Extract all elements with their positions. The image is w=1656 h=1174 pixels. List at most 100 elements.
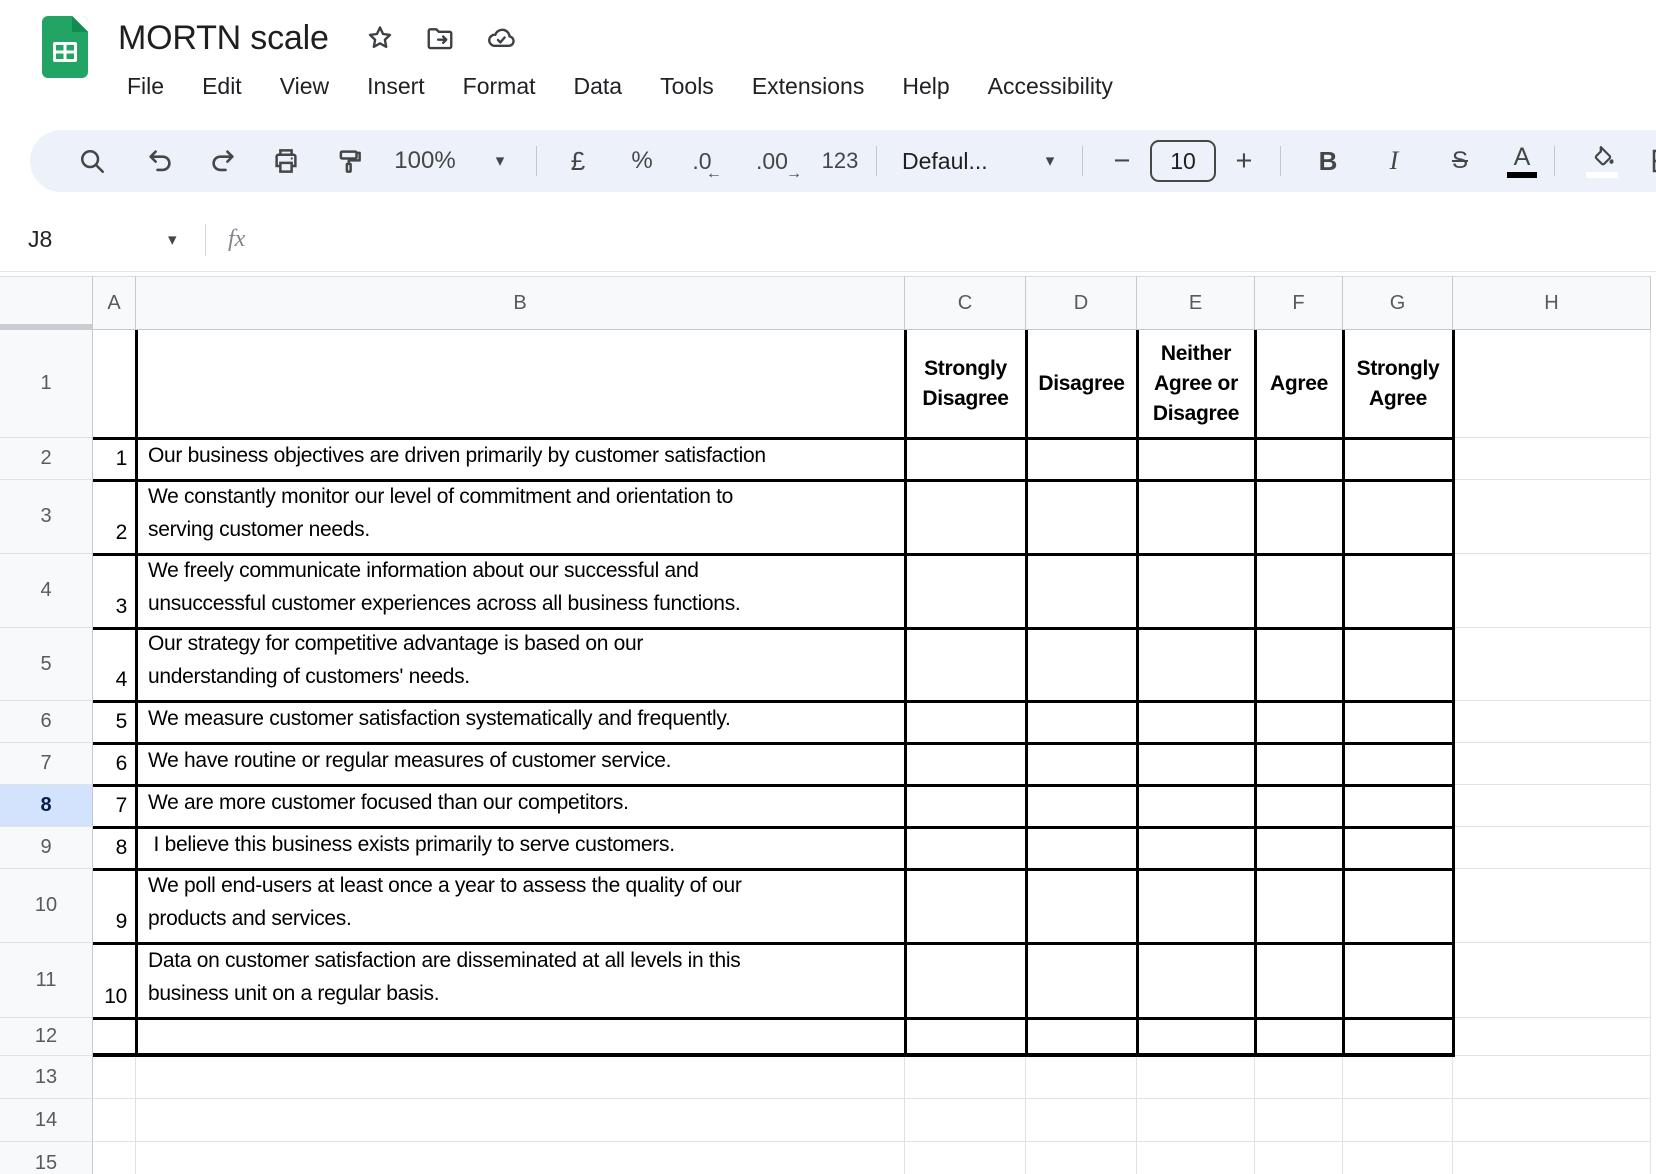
- cell-F5[interactable]: [1255, 628, 1343, 701]
- cell-E9[interactable]: [1137, 827, 1255, 869]
- row-header-5[interactable]: 5: [0, 628, 93, 701]
- cell-B15[interactable]: [136, 1142, 905, 1174]
- statement-text-B9[interactable]: I believe this business exists primarily…: [138, 829, 902, 867]
- cell-E6[interactable]: [1137, 701, 1255, 743]
- cell-E13[interactable]: [1137, 1056, 1255, 1099]
- row-header-8[interactable]: 8: [0, 785, 93, 827]
- cell-G13[interactable]: [1343, 1056, 1453, 1099]
- cell-D2[interactable]: [1026, 438, 1137, 480]
- cell-C4[interactable]: [905, 554, 1026, 628]
- row-header-2[interactable]: 2: [0, 438, 93, 480]
- cell-A13[interactable]: [93, 1056, 136, 1099]
- cell-H2[interactable]: [1453, 438, 1651, 480]
- statement-number-A10[interactable]: 9: [95, 871, 133, 941]
- cell-E15[interactable]: [1137, 1142, 1255, 1174]
- statement-number-A7[interactable]: 6: [95, 745, 133, 783]
- cell-F13[interactable]: [1255, 1056, 1343, 1099]
- cell-H4[interactable]: [1453, 554, 1651, 628]
- cell-F2[interactable]: [1255, 438, 1343, 480]
- statement-text-B8[interactable]: We are more customer focused than our co…: [138, 787, 902, 825]
- statement-text-B4[interactable]: We freely communicate information about …: [138, 556, 902, 626]
- column-header-B[interactable]: B: [136, 276, 905, 330]
- row-header-14[interactable]: 14: [0, 1099, 93, 1142]
- cell-F12[interactable]: [1255, 1018, 1343, 1056]
- cell-A15[interactable]: [93, 1142, 136, 1174]
- cell-G3[interactable]: [1343, 480, 1453, 554]
- cell-H14[interactable]: [1453, 1099, 1651, 1142]
- statement-text-B3[interactable]: We constantly monitor our level of commi…: [138, 482, 902, 552]
- statement-number-A6[interactable]: 5: [95, 703, 133, 741]
- row-header-4[interactable]: 4: [0, 554, 93, 628]
- statement-text-B7[interactable]: We have routine or regular measures of c…: [138, 745, 902, 783]
- cell-G5[interactable]: [1343, 628, 1453, 701]
- likert-header-F1[interactable]: Agree: [1257, 332, 1341, 436]
- column-header-E[interactable]: E: [1137, 276, 1255, 330]
- cell-D9[interactable]: [1026, 827, 1137, 869]
- column-header-A[interactable]: A: [93, 276, 136, 330]
- row-header-7[interactable]: 7: [0, 743, 93, 785]
- cell-D14[interactable]: [1026, 1099, 1137, 1142]
- cell-H6[interactable]: [1453, 701, 1651, 743]
- cell-G14[interactable]: [1343, 1099, 1453, 1142]
- cell-F8[interactable]: [1255, 785, 1343, 827]
- cell-H11[interactable]: [1453, 943, 1651, 1018]
- cell-C13[interactable]: [905, 1056, 1026, 1099]
- cell-E10[interactable]: [1137, 869, 1255, 943]
- cell-F9[interactable]: [1255, 827, 1343, 869]
- likert-header-E1[interactable]: Neither Agree or Disagree: [1139, 332, 1253, 436]
- cell-E2[interactable]: [1137, 438, 1255, 480]
- column-header-F[interactable]: F: [1255, 276, 1343, 330]
- row-header-10[interactable]: 10: [0, 869, 93, 943]
- statement-text-B5[interactable]: Our strategy for competitive advantage i…: [138, 630, 902, 699]
- statement-text-B6[interactable]: We measure customer satisfaction systema…: [138, 703, 902, 741]
- cell-A14[interactable]: [93, 1099, 136, 1142]
- column-header-D[interactable]: D: [1026, 276, 1137, 330]
- cell-B12[interactable]: [136, 1018, 905, 1056]
- likert-header-D1[interactable]: Disagree: [1028, 332, 1135, 436]
- cell-G8[interactable]: [1343, 785, 1453, 827]
- statement-number-A9[interactable]: 8: [95, 829, 133, 867]
- cell-A1[interactable]: [93, 330, 136, 438]
- cell-D5[interactable]: [1026, 628, 1137, 701]
- cell-C8[interactable]: [905, 785, 1026, 827]
- likert-header-C1[interactable]: Strongly Disagree: [907, 332, 1024, 436]
- cell-F11[interactable]: [1255, 943, 1343, 1018]
- cell-C2[interactable]: [905, 438, 1026, 480]
- row-header-15[interactable]: 15: [0, 1142, 93, 1174]
- cell-G12[interactable]: [1343, 1018, 1453, 1056]
- row-header-9[interactable]: 9: [0, 827, 93, 869]
- cell-H9[interactable]: [1453, 827, 1651, 869]
- cell-D7[interactable]: [1026, 743, 1137, 785]
- row-header-3[interactable]: 3: [0, 480, 93, 554]
- cell-F10[interactable]: [1255, 869, 1343, 943]
- cell-H8[interactable]: [1453, 785, 1651, 827]
- cell-C5[interactable]: [905, 628, 1026, 701]
- cell-C15[interactable]: [905, 1142, 1026, 1174]
- cell-D15[interactable]: [1026, 1142, 1137, 1174]
- cell-F7[interactable]: [1255, 743, 1343, 785]
- statement-number-A4[interactable]: 3: [95, 556, 133, 626]
- statement-number-A11[interactable]: 10: [95, 945, 133, 1016]
- cell-C14[interactable]: [905, 1099, 1026, 1142]
- cell-G2[interactable]: [1343, 438, 1453, 480]
- cell-F14[interactable]: [1255, 1099, 1343, 1142]
- cell-B14[interactable]: [136, 1099, 905, 1142]
- cell-H12[interactable]: [1453, 1018, 1651, 1056]
- cell-H5[interactable]: [1453, 628, 1651, 701]
- cell-C10[interactable]: [905, 869, 1026, 943]
- cell-E5[interactable]: [1137, 628, 1255, 701]
- column-header-H[interactable]: H: [1453, 276, 1651, 330]
- cell-F6[interactable]: [1255, 701, 1343, 743]
- row-header-1[interactable]: 1: [0, 330, 93, 438]
- cell-E4[interactable]: [1137, 554, 1255, 628]
- cell-H1[interactable]: [1453, 330, 1651, 438]
- cell-G6[interactable]: [1343, 701, 1453, 743]
- cell-E7[interactable]: [1137, 743, 1255, 785]
- cell-G7[interactable]: [1343, 743, 1453, 785]
- cell-F15[interactable]: [1255, 1142, 1343, 1174]
- row-header-12[interactable]: 12: [0, 1018, 93, 1056]
- statement-number-A2[interactable]: 1: [95, 440, 133, 478]
- cell-C11[interactable]: [905, 943, 1026, 1018]
- cell-B13[interactable]: [136, 1056, 905, 1099]
- statement-text-B10[interactable]: We poll end-users at least once a year t…: [138, 871, 902, 941]
